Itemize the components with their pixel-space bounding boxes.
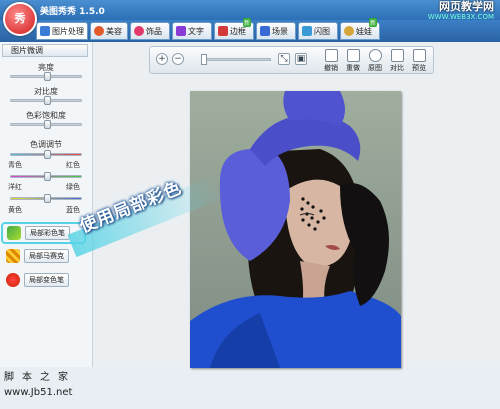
green-label: 绿色 (66, 183, 80, 191)
actual-size-icon: ▣ (296, 54, 306, 64)
compare-button[interactable]: 对比 (387, 49, 407, 73)
preview-button[interactable]: 预览 (409, 49, 429, 73)
tab-doll[interactable]: 娃娃 新 (340, 18, 380, 40)
slider-thumb[interactable] (44, 72, 51, 81)
text-icon (176, 26, 186, 36)
zoom-slider[interactable] (201, 54, 271, 65)
tab-accessories[interactable]: 饰品 (130, 22, 170, 40)
original-button[interactable]: 原图 (365, 49, 385, 73)
cyan-label: 青色 (8, 161, 22, 169)
color-brush-icon (7, 226, 21, 240)
app-title: 美图秀秀 1.5.0 (40, 7, 105, 17)
compare-icon (390, 49, 404, 62)
undo-icon (324, 49, 338, 62)
adjust-panel: 图片微调 亮度 对比度 色彩饱和度 色调调节 青色 红色 洋红 绿色 黄色 蓝色… (0, 42, 93, 367)
yellow-blue-slider[interactable] (10, 194, 82, 203)
recolor-brush-icon (6, 273, 20, 287)
site-watermark: 网页教学网 WWW.WEB3X.COM (427, 0, 494, 21)
new-badge: 新 (242, 18, 251, 27)
slider-thumb[interactable] (44, 172, 51, 181)
slider-thumb[interactable] (44, 150, 51, 159)
redo-icon (346, 49, 360, 62)
new-badge: 新 (368, 18, 377, 27)
frame-icon (218, 26, 228, 36)
footer-watermark: 脚本之家 www.Jb51.net (4, 372, 76, 398)
app-window: 美图秀秀 1.5.0 秀 网页教学网 WWW.WEB3X.COM 图片处理 美容… (0, 0, 500, 409)
fit-screen-button[interactable]: ⤡ (278, 53, 290, 65)
tab-beauty[interactable]: 美容 (90, 22, 128, 40)
color-adjust-label: 色调调节 (30, 140, 62, 149)
doll-icon (344, 26, 354, 36)
tab-image-edit[interactable]: 图片处理 (36, 22, 88, 40)
redo-button[interactable]: 重做 (343, 49, 363, 73)
edited-photo[interactable] (190, 91, 401, 368)
app-logo: 秀 (3, 2, 37, 36)
heart-icon (134, 26, 144, 36)
contrast-slider[interactable] (10, 96, 82, 105)
fit-icon: ⤡ (280, 54, 288, 64)
tab-scene[interactable]: 场景 (256, 22, 296, 40)
title-bar: 美图秀秀 1.5.0 (0, 0, 500, 20)
yellow-label: 黄色 (8, 206, 22, 214)
zoom-in-button[interactable]: + (156, 53, 168, 65)
original-icon (368, 49, 382, 62)
tab-frame[interactable]: 边框 新 (214, 18, 254, 40)
panel-header: 图片微调 (2, 44, 88, 57)
image-edit-icon (40, 26, 50, 36)
slider-thumb[interactable] (44, 194, 51, 203)
scene-icon (260, 26, 270, 36)
actual-size-button[interactable]: ▣ (295, 53, 307, 65)
local-recolor-brush-button[interactable]: 局部变色笔 (2, 271, 88, 289)
slider-thumb[interactable] (44, 96, 51, 105)
main-tabs: 图片处理 美容 饰品 文字 边框 新 场景 闪图 娃娃 新 (0, 18, 500, 42)
tab-flash[interactable]: 闪图 (298, 22, 338, 40)
tab-text[interactable]: 文字 (172, 22, 212, 40)
saturation-slider[interactable] (10, 120, 82, 129)
zoom-out-button[interactable]: − (172, 53, 184, 65)
portrait-image (190, 91, 401, 368)
magenta-green-slider[interactable] (10, 172, 82, 181)
zoom-slider-thumb[interactable] (201, 54, 207, 65)
mosaic-icon (6, 249, 20, 263)
brightness-slider[interactable] (10, 72, 82, 81)
face-icon (94, 26, 104, 36)
undo-button[interactable]: 撤销 (321, 49, 341, 73)
preview-icon (412, 49, 426, 62)
image-toolbar: + − ⤡ ▣ 撤销 重做 原图 对比 预览 (149, 46, 434, 74)
slider-thumb[interactable] (44, 120, 51, 129)
flash-icon (302, 26, 312, 36)
cyan-red-slider[interactable] (10, 150, 82, 159)
red-label: 红色 (66, 161, 80, 169)
magenta-label: 洋红 (8, 183, 22, 191)
